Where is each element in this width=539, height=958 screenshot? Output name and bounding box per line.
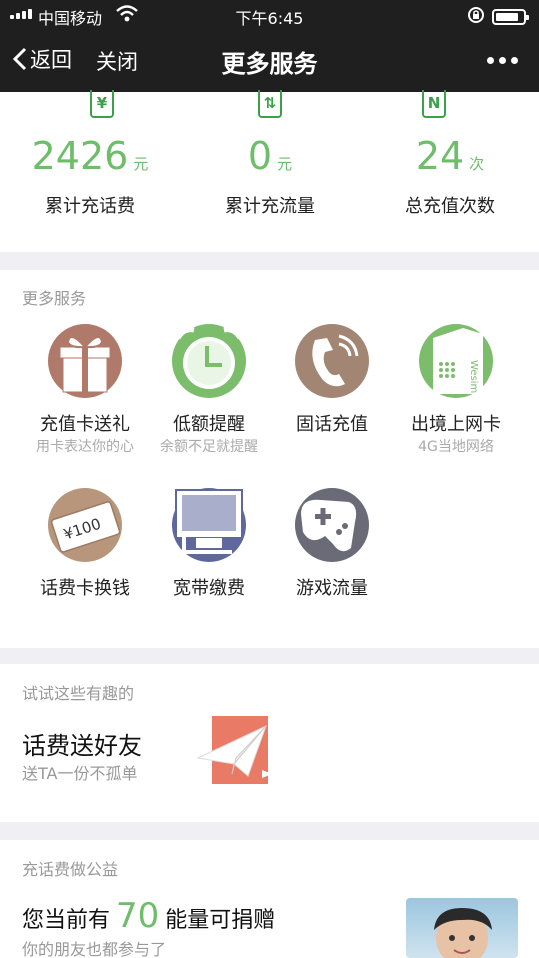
- alarm-clock-icon: [172, 324, 246, 398]
- svg-text:Wesim: Wesim: [468, 360, 479, 393]
- top-bar: 中国移动 下午6:45 返回 关闭 更多服务: [0, 0, 539, 92]
- gift-to-friend-title: 话费送好友: [22, 732, 142, 760]
- telephone-icon: [295, 324, 369, 398]
- gift-icon: [48, 324, 122, 398]
- energy-prefix: 您当前有: [22, 908, 111, 933]
- nav-bar: 返回 关闭 更多服务: [0, 30, 539, 92]
- stat-label: 累计充流量: [225, 196, 315, 217]
- battery-icon: [492, 9, 529, 25]
- child-photo-image: [406, 898, 518, 958]
- try-fun-card[interactable]: 试试这些有趣的 话费送好友 送TA一份不孤单: [0, 664, 539, 822]
- count-icon: N: [422, 90, 446, 118]
- recharge-stats-card: ¥ 2426 元 累计充话费 ⇅ 0元 累计充流量 N 24 次 总充值次数: [0, 90, 539, 252]
- stat-unit: 元: [133, 155, 149, 173]
- sim-card-icon: Wesim: [419, 324, 493, 398]
- data-transfer-icon: ⇅: [258, 90, 282, 118]
- stat-value: 2426: [31, 134, 129, 178]
- more-options-button[interactable]: [487, 57, 518, 64]
- monitor-icon: [172, 488, 246, 562]
- service-subtitle: 余额不足就提醒: [160, 439, 258, 455]
- gamepad-icon: [295, 488, 369, 562]
- service-overseas-sim[interactable]: Wesim 出境上网卡 4G当地网络: [381, 322, 531, 455]
- status-bar: 中国移动 下午6:45: [0, 0, 539, 30]
- section-title: 更多服务: [22, 289, 87, 308]
- energy-suffix: 能量可捐赠: [165, 908, 276, 933]
- page-title: 更多服务: [221, 50, 318, 78]
- stat-label: 总充值次数: [405, 196, 495, 217]
- stat-unit: 次: [469, 155, 485, 173]
- energy-value: 70: [116, 896, 160, 936]
- gift-to-friend-subtitle: 送TA一份不孤单: [22, 764, 138, 783]
- energy-subtitle: 你的朋友也都参与了: [22, 940, 167, 958]
- more-services-card: 更多服务 充值卡送礼 用卡表达你的心 低额提醒 余额不足就提醒 固话充值 Wes…: [0, 270, 539, 648]
- service-label: 游戏流量: [296, 578, 368, 599]
- stat-value: 24: [415, 134, 465, 178]
- stat-unit: 元: [277, 155, 293, 173]
- energy-summary: 您当前有 70 能量可捐赠: [22, 896, 275, 936]
- charity-card[interactable]: 充话费做公益 您当前有 70 能量可捐赠 你的朋友也都参与了: [0, 840, 539, 958]
- service-label: 出境上网卡: [411, 414, 501, 435]
- section-title: 试试这些有趣的: [22, 684, 135, 703]
- service-game-data[interactable]: 游戏流量: [257, 486, 407, 599]
- voucher-card-icon: ¥100: [48, 488, 122, 562]
- status-time: 下午6:45: [235, 9, 304, 28]
- stat-label: 累计充话费: [45, 196, 135, 217]
- stat-value: 0: [247, 134, 273, 178]
- section-title: 充话费做公益: [22, 860, 119, 879]
- yuan-icon: ¥: [90, 90, 114, 118]
- service-subtitle: 4G当地网络: [418, 439, 494, 455]
- paper-plane-icon: [196, 716, 272, 784]
- rotation-lock-icon: [467, 6, 485, 28]
